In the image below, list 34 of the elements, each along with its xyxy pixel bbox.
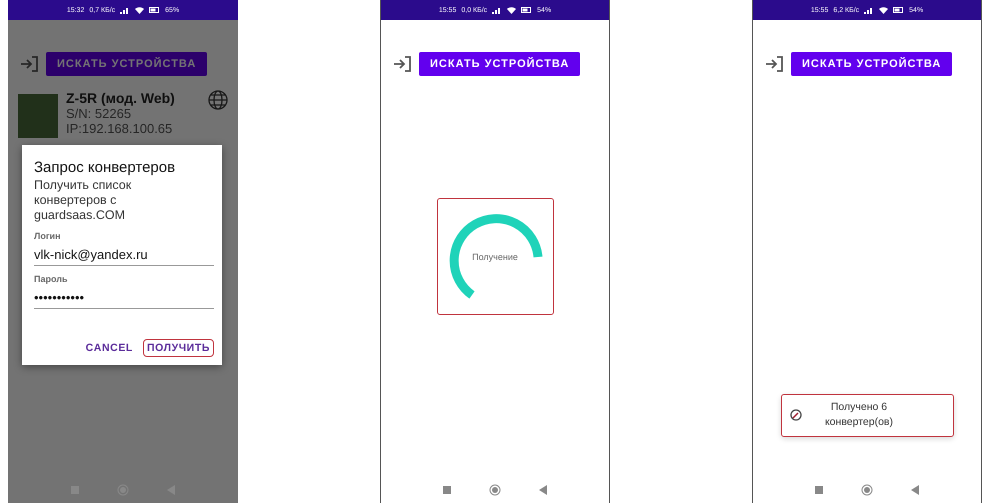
wifi-icon	[507, 6, 516, 14]
home-icon[interactable]	[489, 484, 501, 496]
input-field[interactable]: •••••••••••	[34, 284, 214, 309]
globe-icon[interactable]	[208, 90, 228, 110]
progress-label: Получение	[472, 252, 518, 262]
battery-icon	[521, 7, 532, 13]
input-field[interactable]: vlk-nick@yandex.ru	[34, 241, 214, 266]
signal-icon	[864, 6, 874, 14]
login-icon	[393, 55, 413, 73]
app-icon	[790, 409, 802, 422]
battery-icon	[893, 7, 904, 13]
signal-icon	[120, 6, 130, 14]
login-icon	[20, 55, 40, 73]
dialog-title: Запрос конвертеров	[34, 159, 176, 176]
back-icon[interactable]	[539, 485, 547, 495]
dialog-button[interactable]: ПОЛУЧИТЬ	[142, 339, 214, 357]
device-photo-placeholder	[18, 94, 58, 138]
device-serial: S/N: 52265	[66, 106, 132, 121]
search-devices-button[interactable]: ИСКАТЬ УСТРОЙСТВА	[419, 52, 580, 76]
device-ip: IP:192.168.100.65	[66, 121, 174, 136]
field-label: Логин	[34, 231, 62, 241]
field-label: Пароль	[34, 274, 68, 284]
dialog-button[interactable]: CANCEL	[82, 339, 137, 357]
device-name: Z-5R (мод. Web)	[66, 90, 176, 106]
battery-icon	[149, 7, 160, 13]
login-icon	[765, 55, 785, 73]
toast-message: Получено 6 конвертер(ов)	[824, 400, 894, 430]
dialog-message: Получить список конвертеров с guardsaas.COM	[34, 178, 132, 223]
home-icon[interactable]	[861, 484, 873, 496]
wifi-icon	[879, 6, 888, 14]
search-devices-button[interactable]: ИСКАТЬ УСТРОЙСТВА	[791, 52, 952, 76]
signal-icon	[492, 6, 502, 14]
back-icon[interactable]	[911, 485, 919, 495]
wifi-icon	[135, 6, 144, 14]
